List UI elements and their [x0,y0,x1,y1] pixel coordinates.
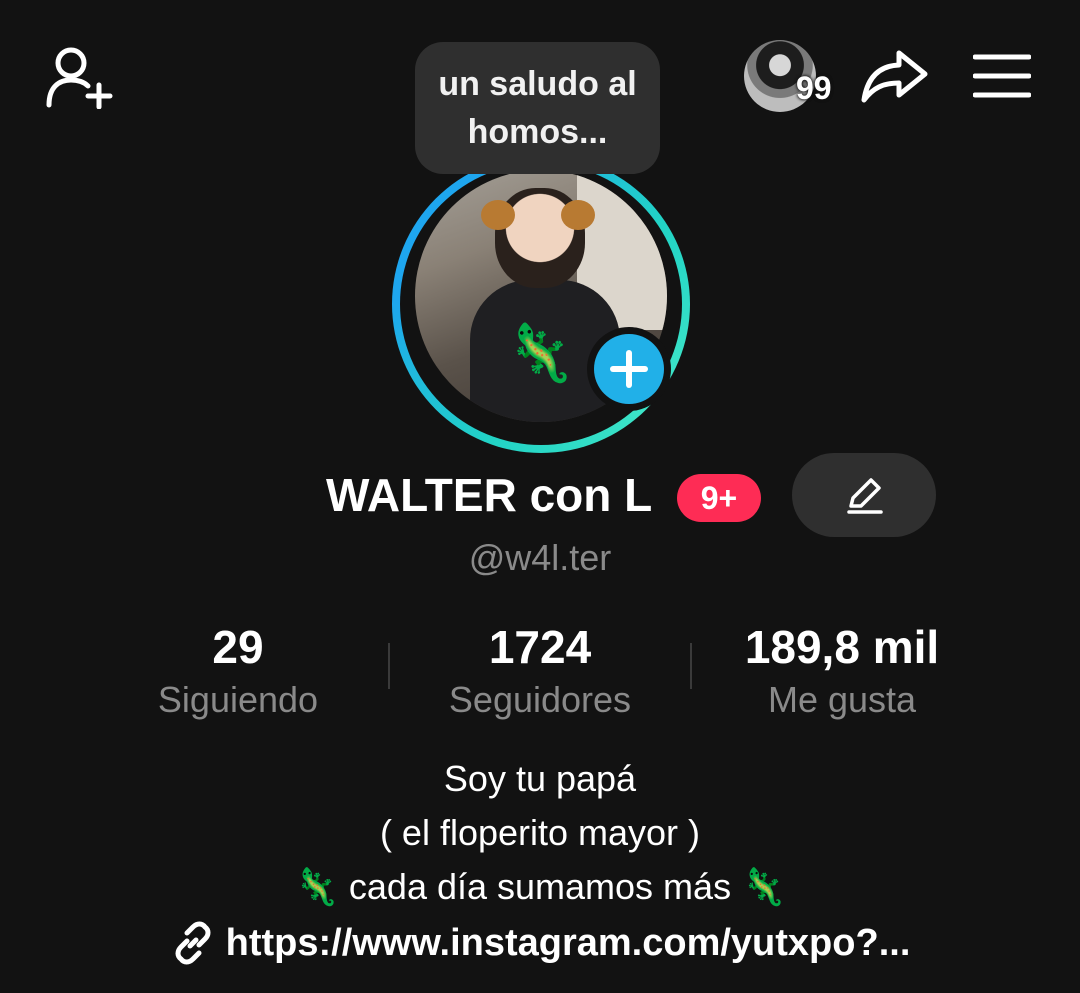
bio-line: ( el floperito mayor ) [379,812,701,853]
notification-badge[interactable]: 9+ [677,474,761,522]
bio-link-text: https://www.instagram.com/yutxpo?... [225,921,911,964]
plus-icon [610,350,648,388]
stat-divider [388,643,390,689]
bio: Soy tu papá ( el floperito mayor ) 🦎 cad… [0,752,1080,914]
profile-note-text: un saludo al homos... [438,65,637,151]
bio-line: Soy tu papá [443,758,637,799]
bio-link[interactable]: https://www.instagram.com/yutxpo?... [0,920,1080,966]
username: @w4l.ter [468,537,612,578]
stat-divider [690,643,692,689]
likes-label: Me gusta [767,679,917,720]
link-icon [175,921,211,965]
visitors-count: 99 [796,70,832,106]
following-count: 29 [212,621,264,673]
menu-icon[interactable] [964,44,1040,108]
likes-stat[interactable]: 189,8 mil Me gusta [702,620,982,724]
add-friend-icon[interactable] [38,40,118,112]
followers-stat[interactable]: 1724 Seguidores [400,620,680,724]
share-icon[interactable] [854,40,934,112]
profile-visitors-button[interactable]: 99 [744,40,844,112]
followers-label: Seguidores [448,679,632,720]
profile-screen: un saludo al homos... 99 🦎 WALTER con L … [0,0,1080,993]
followers-count: 1724 [488,621,592,673]
profile-note-bubble[interactable]: un saludo al homos... [415,42,660,174]
display-name: WALTER con L [326,469,653,521]
pencil-icon [847,478,883,514]
bio-line: 🦎 cada día sumamos más 🦎 [294,866,786,907]
lizard-emoji: 🦎 [505,321,575,384]
add-story-button[interactable] [587,327,671,411]
edit-profile-button[interactable] [792,453,936,537]
following-stat[interactable]: 29 Siguiendo [98,620,378,724]
likes-count: 189,8 mil [744,621,940,673]
following-label: Siguiendo [157,679,319,720]
